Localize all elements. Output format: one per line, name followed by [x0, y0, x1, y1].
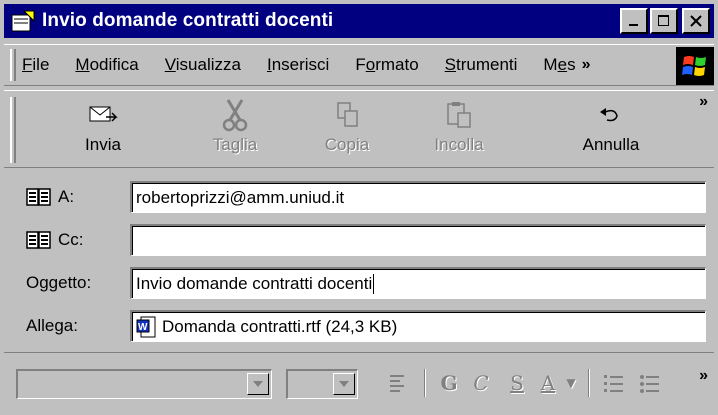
minimize-icon — [629, 24, 638, 26]
cc-address-book-button[interactable]: Cc: — [26, 230, 84, 250]
text-caret — [373, 273, 375, 294]
subject-label: Oggetto: — [26, 273, 92, 292]
window-title: Invio domande contratti docenti — [42, 10, 334, 31]
to-row: A: robertoprizzi@amm.uniud.it — [4, 180, 714, 214]
attach-field[interactable]: W Domanda contratti.rtf (24,3 KB) — [130, 310, 706, 342]
attach-label: Allega: — [26, 316, 78, 335]
menu-message[interactable]: Mes — [543, 55, 575, 75]
toolbar-grip[interactable] — [10, 97, 16, 163]
subject-value: Invio domande contratti docenti — [136, 273, 373, 293]
compose-window: Invio domande contratti docenti File Mod… — [0, 0, 718, 415]
font-color-button[interactable]: A — [534, 367, 562, 399]
paste-button[interactable]: Incolla — [404, 95, 514, 165]
standard-toolbar: Invia Taglia Copia Incolla Annulla » — [4, 90, 714, 168]
to-label: A: — [58, 187, 75, 206]
undo-button[interactable]: Annulla — [556, 95, 666, 165]
title-bar[interactable]: Invio domande contratti docenti — [4, 4, 714, 38]
toolbar-separator — [424, 369, 426, 397]
subject-label-wrap: Oggetto: — [26, 273, 91, 293]
menu-insert[interactable]: Inserisci — [267, 55, 329, 75]
scissors-icon — [220, 95, 250, 135]
undo-label: Annulla — [582, 135, 640, 154]
underline-button[interactable]: S — [504, 367, 530, 399]
font-size-select[interactable] — [286, 369, 358, 399]
windows-logo-icon — [676, 47, 714, 85]
send-button[interactable]: Invia — [48, 95, 158, 165]
svg-text:W: W — [138, 322, 148, 333]
minimize-button[interactable] — [620, 8, 648, 34]
cc-row: Cc: — [4, 223, 714, 257]
menu-format[interactable]: Formato — [355, 55, 418, 75]
address-book-icon — [26, 231, 51, 249]
font-name-select[interactable] — [16, 369, 272, 399]
subject-row: Oggetto: Invio domande contratti docenti — [4, 266, 714, 300]
menu-edit[interactable]: Modifica — [75, 55, 138, 75]
paragraph-style-icon — [390, 375, 404, 392]
close-button[interactable] — [682, 8, 710, 34]
attachment-item[interactable]: W Domanda contratti.rtf (24,3 KB) — [136, 315, 397, 339]
numbered-list-icon — [604, 375, 623, 392]
copy-button[interactable]: Copia — [292, 95, 402, 165]
toolbar-separator — [588, 369, 590, 397]
chevron-down-icon[interactable] — [333, 373, 355, 395]
paste-icon — [444, 95, 474, 135]
maximize-button[interactable] — [650, 8, 678, 34]
subject-field[interactable]: Invio domande contratti docenti — [130, 267, 706, 299]
copy-icon — [332, 95, 362, 135]
chevron-down-icon[interactable] — [247, 373, 269, 395]
menu-file[interactable]: File — [22, 55, 49, 75]
to-address-book-button[interactable]: A: — [26, 187, 74, 207]
cc-label: Cc: — [58, 230, 84, 249]
menu-overflow-button[interactable]: » — [582, 56, 591, 74]
menu-grip[interactable] — [10, 49, 16, 81]
numbered-list-button[interactable] — [600, 367, 628, 399]
to-value: robertoprizzi@amm.uniud.it — [136, 187, 345, 207]
undo-icon — [597, 95, 625, 135]
toolbar-overflow-button[interactable]: » — [699, 93, 708, 111]
paste-label: Incolla — [434, 135, 484, 154]
paragraph-style-button[interactable] — [384, 367, 412, 399]
cc-field[interactable] — [130, 224, 706, 256]
cut-button[interactable]: Taglia — [180, 95, 290, 165]
attach-row: Allega: W Domanda contratti.rtf (24,3 KB… — [4, 309, 714, 343]
bold-button[interactable]: G — [436, 367, 462, 399]
address-book-icon — [26, 188, 51, 206]
attachment-name: Domanda contratti.rtf (24,3 KB) — [162, 316, 398, 336]
to-field[interactable]: robertoprizzi@amm.uniud.it — [130, 181, 706, 213]
send-label: Invia — [85, 135, 121, 154]
font-color-dropdown-icon[interactable]: ▼ — [564, 367, 578, 399]
cut-label: Taglia — [212, 135, 258, 154]
attach-label-wrap: Allega: — [26, 316, 78, 336]
menu-bar: File Modifica Visualizza Inserisci Forma… — [4, 44, 714, 86]
word-document-icon: W — [136, 316, 156, 337]
maximize-icon — [658, 15, 669, 26]
menu-tools[interactable]: Strumenti — [445, 55, 518, 75]
bullet-list-button[interactable] — [636, 367, 664, 399]
menu-view[interactable]: Visualizza — [165, 55, 241, 75]
italic-button[interactable]: C — [468, 367, 494, 399]
close-icon — [690, 15, 702, 27]
bullet-list-icon — [640, 375, 659, 393]
compose-message-icon — [8, 8, 38, 34]
formatting-toolbar: G C S A ▼ » — [4, 352, 714, 410]
format-overflow-button[interactable]: » — [699, 367, 708, 385]
send-icon — [88, 95, 118, 135]
copy-label: Copia — [324, 135, 370, 154]
